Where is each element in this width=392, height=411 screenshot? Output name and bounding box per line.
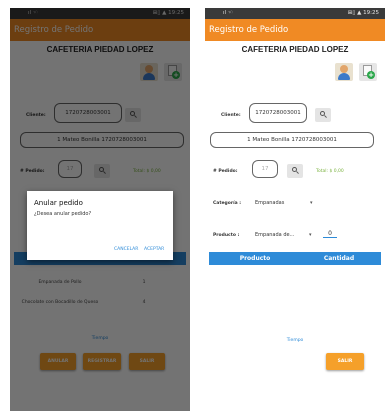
cliente-input[interactable]: 1720728003001 [249,103,307,123]
header-producto: Producto [239,255,271,262]
search-order-button[interactable] [287,164,303,178]
dialog-accept-button[interactable]: ACEPTAR [144,247,164,252]
phone-screen-with-dialog: ıl ☜ ⊞▯ ▲ 19:25 Registro de Pedido CAFET… [10,8,190,411]
chevron-down-icon[interactable]: ▾ [309,232,312,238]
tiempo-label: Tiempo [286,338,304,343]
add-document-icon[interactable]: + [359,63,377,81]
app-title: Registro de Pedido [209,25,289,35]
signal-indicator: ıl ☜ [223,10,233,16]
dialog-title: Anular pedido [34,199,83,207]
dialog-cancel-button[interactable]: CANCELAR [114,247,138,252]
app-bar: Registro de Pedido [205,19,385,41]
salir-button[interactable]: SALIR [326,353,364,370]
chevron-down-icon[interactable]: ▾ [310,200,313,206]
phone-screen-order-form: ıl ☜ ⊞▯ ▲ 19:25 Registro de Pedido CAFET… [205,8,385,411]
search-client-button[interactable] [315,108,331,122]
producto-label: Producto : [213,233,240,238]
cancel-order-dialog: Anular pedido ¿Desea anular pedido? CANC… [27,191,173,260]
cliente-label: Cliente: [221,113,241,118]
table-header: Producto Cantidad [209,252,381,265]
status-time: ⊞▯ ▲ 19:25 [347,10,379,16]
company-name: CAFETERIA PIEDAD LOPEZ [241,45,349,54]
pedido-input[interactable]: 17 [252,160,278,178]
header-cantidad: Cantidad [323,255,355,262]
order-total: Total: $ 0,00 [316,169,344,174]
producto-dropdown[interactable]: Empanada de... [255,232,294,238]
dialog-message: ¿Desea anular pedido? [34,211,92,217]
cantidad-input[interactable]: 0 [323,230,337,238]
categoria-dropdown[interactable]: Empanadas [255,200,284,206]
categoria-label: Categoría : [213,201,242,206]
user-icon[interactable] [335,63,353,81]
client-name-field: 1 Mateo Bonilla 1720728003001 [210,132,374,148]
status-bar: ıl ☜ ⊞▯ ▲ 19:25 [205,8,385,19]
pedido-label: # Pedido: [213,169,238,174]
